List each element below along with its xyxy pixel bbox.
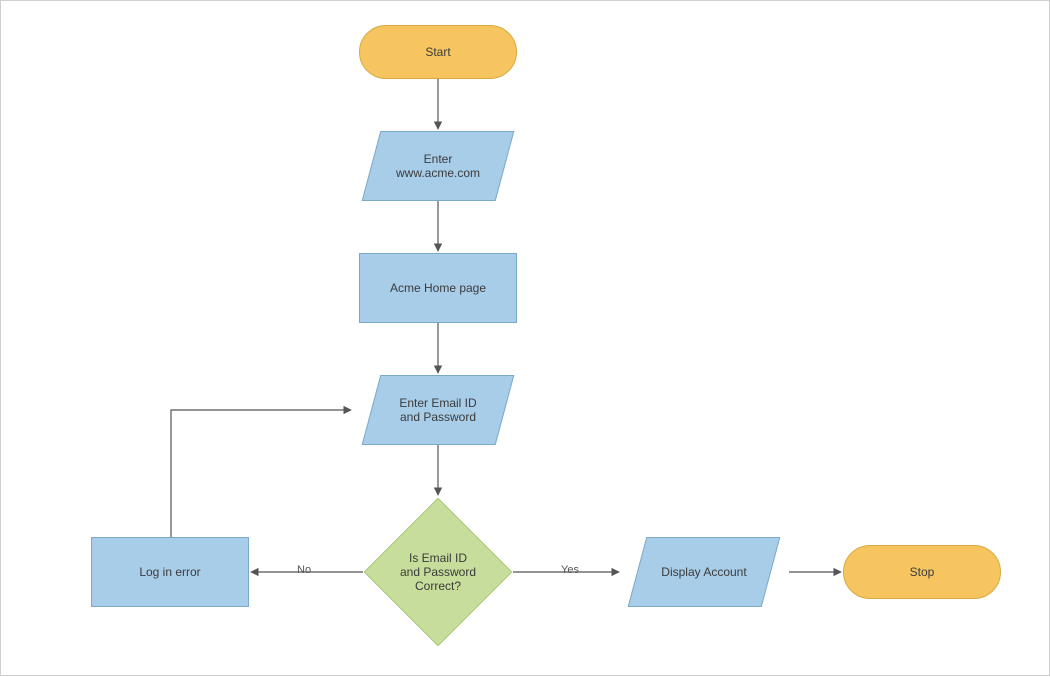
node-home-page-label: Acme Home page [390, 281, 486, 295]
node-stop-label: Stop [910, 565, 935, 579]
node-enter-url: Enter www.acme.com [371, 131, 505, 201]
edge-error-to-creds [171, 410, 351, 537]
flowchart-canvas: Start Enter www.acme.com Acme Home page … [0, 0, 1050, 676]
node-start-label: Start [425, 45, 450, 59]
edge-label-yes: Yes [559, 564, 581, 576]
node-decision-label: Is Email ID and Password Correct? [400, 551, 476, 593]
node-login-error-label: Log in error [139, 565, 200, 579]
edge-label-no: No [295, 564, 313, 576]
node-enter-creds-label: Enter Email ID and Password [399, 396, 476, 424]
node-start: Start [359, 25, 517, 79]
node-decision: Is Email ID and Password Correct? [363, 497, 513, 647]
node-enter-url-label: Enter www.acme.com [396, 152, 480, 180]
node-stop: Stop [843, 545, 1001, 599]
node-home-page: Acme Home page [359, 253, 517, 323]
node-login-error: Log in error [91, 537, 249, 607]
node-display-account: Display Account [637, 537, 771, 607]
node-enter-creds: Enter Email ID and Password [371, 375, 505, 445]
node-display-account-label: Display Account [661, 565, 746, 579]
